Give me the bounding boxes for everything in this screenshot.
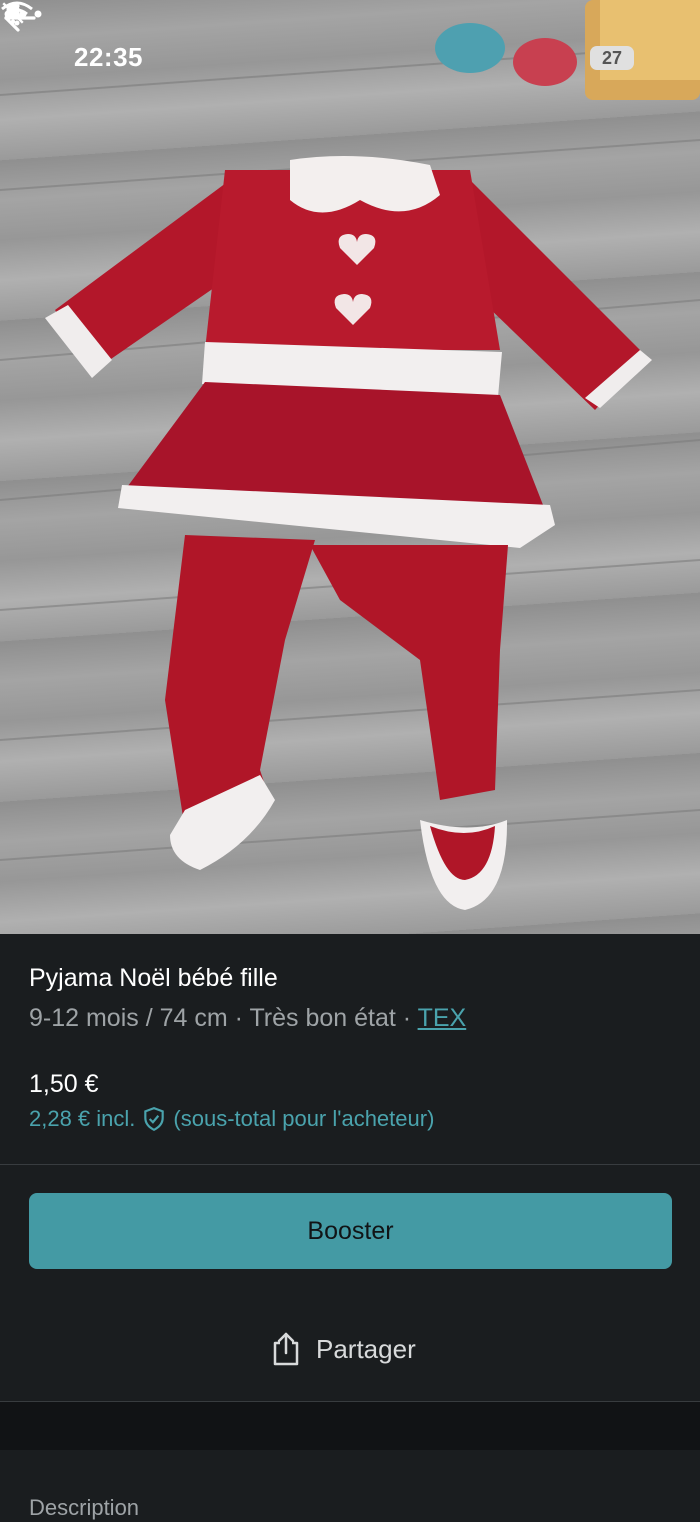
item-price: 1,50 € bbox=[29, 1070, 99, 1098]
booster-button[interactable]: Booster bbox=[29, 1193, 672, 1269]
share-button[interactable]: Partager bbox=[270, 1329, 416, 1369]
item-photo[interactable]: 22:35 27 bbox=[0, 0, 700, 934]
item-size-condition: 9-12 mois / 74 cm · Très bon état · bbox=[29, 1004, 418, 1032]
actions-panel: Booster Partager bbox=[0, 1165, 700, 1401]
more-dots-icon[interactable] bbox=[0, 0, 46, 28]
item-meta: 9-12 mois / 74 cm · Très bon état · TEX bbox=[29, 1004, 466, 1033]
section-gap bbox=[0, 1402, 700, 1450]
item-title: Pyjama Noël bébé fille bbox=[29, 964, 278, 992]
share-icon bbox=[273, 1332, 299, 1366]
shield-check-icon bbox=[144, 1107, 165, 1132]
pajama-image bbox=[0, 0, 700, 910]
description-heading: Description bbox=[29, 1495, 140, 1520]
buyer-price-line[interactable]: 2,28 € incl. (sous-total pour l'acheteur… bbox=[29, 1106, 434, 1132]
battery-indicator: 27 bbox=[590, 46, 634, 70]
status-time: 22:35 bbox=[74, 42, 143, 72]
item-info: Pyjama Noël bébé fille 9-12 mois / 74 cm… bbox=[0, 934, 700, 1164]
buyer-price: 2,28 € incl. bbox=[29, 1106, 136, 1131]
buyer-note: (sous-total pour l'acheteur) bbox=[173, 1106, 435, 1131]
brand-link[interactable]: TEX bbox=[418, 1004, 467, 1032]
status-bar: 22:35 27 bbox=[0, 0, 700, 118]
share-label: Partager bbox=[316, 1333, 416, 1364]
